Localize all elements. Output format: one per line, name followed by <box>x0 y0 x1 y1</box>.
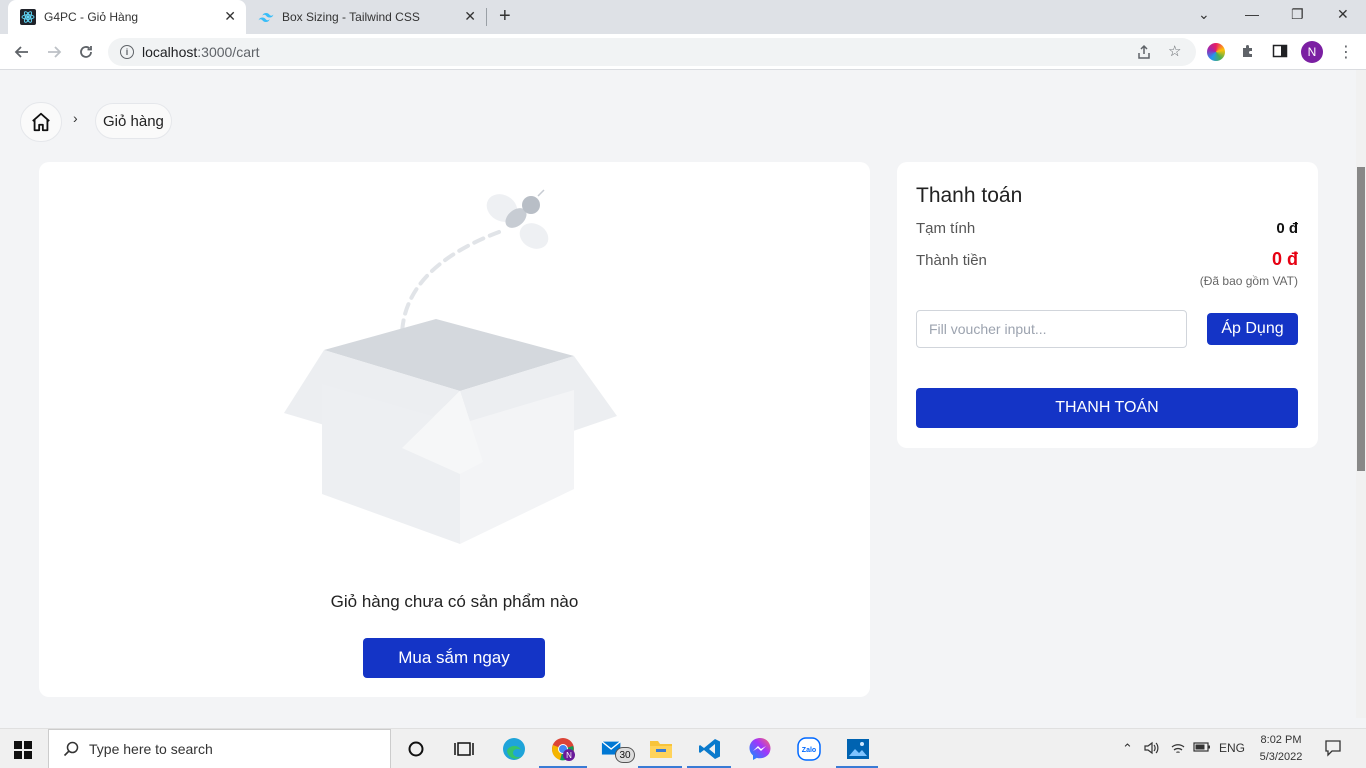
menu-kebab-icon[interactable]: ⋮ <box>1338 42 1354 62</box>
vat-note: (Đã bao gồm VAT) <box>1199 274 1298 288</box>
tab-title: Box Sizing - Tailwind CSS <box>282 10 420 24</box>
side-panel-icon[interactable] <box>1272 43 1288 64</box>
messenger-icon[interactable] <box>748 737 772 761</box>
react-icon <box>20 9 36 25</box>
url-host: localhost <box>142 44 198 60</box>
chevron-right-icon: › <box>73 110 78 126</box>
subtotal-label: Tạm tính <box>916 220 976 237</box>
empty-cart-message: Giỏ hàng chưa có sản phẩm nào <box>330 592 579 611</box>
page-scrollbar[interactable] <box>1356 70 1366 718</box>
shop-now-button[interactable]: Mua sắm ngay <box>363 638 545 678</box>
bee-icon <box>486 189 549 249</box>
task-view-icon[interactable] <box>452 737 476 761</box>
photos-icon[interactable] <box>846 737 870 761</box>
taskbar-search-placeholder: Type here to search <box>89 741 213 757</box>
vscode-icon[interactable] <box>698 737 722 761</box>
mail-icon[interactable]: 30 <box>601 737 635 763</box>
clock-date: 5/3/2022 <box>1259 751 1303 763</box>
extensions-puzzle-icon[interactable] <box>1240 43 1256 64</box>
home-button[interactable] <box>20 102 62 142</box>
clock-time: 8:02 PM <box>1260 734 1302 746</box>
url-path: :3000/cart <box>197 44 260 60</box>
back-icon[interactable] <box>12 42 32 62</box>
minimize-icon[interactable]: — <box>1245 6 1259 22</box>
close-tab-icon[interactable]: ✕ <box>464 8 476 25</box>
cortana-icon[interactable] <box>404 737 428 761</box>
tab-tailwind[interactable]: Box Sizing - Tailwind CSS ✕ <box>248 0 486 34</box>
site-info-icon[interactable]: i <box>120 45 134 59</box>
reload-icon[interactable] <box>76 42 96 62</box>
cart-panel: Giỏ hàng chưa có sản phẩm nào Mua sắm ng… <box>39 162 870 697</box>
address-toolbar: i localhost:3000/cart ☆ N ⋮ <box>0 34 1366 70</box>
tab-search-chevron-icon[interactable]: ⌄ <box>1198 6 1210 23</box>
empty-box-illustration <box>284 189 617 544</box>
apply-voucher-button[interactable]: Áp Dụng <box>1207 313 1298 345</box>
language-indicator[interactable]: ENG <box>1219 741 1245 755</box>
breadcrumb-current[interactable]: Giỏ hàng <box>95 103 172 139</box>
payment-panel: Thanh toán Tạm tính 0 đ Thành tiền 0 đ (… <box>897 162 1318 448</box>
tailwind-icon <box>258 9 274 25</box>
subtotal-value: 0 đ <box>1276 220 1298 237</box>
svg-text:Zalo: Zalo <box>802 747 816 754</box>
url-bar[interactable]: i localhost:3000/cart ☆ <box>108 38 1196 66</box>
volume-icon[interactable] <box>1144 741 1160 758</box>
profile-avatar[interactable]: N <box>1301 41 1323 63</box>
tab-title: G4PC - Giỏ Hàng <box>44 10 139 24</box>
page-content: › Giỏ hàng Giỏ hàng chưa có sản phẩm nào… <box>0 70 1356 718</box>
notifications-icon[interactable] <box>1324 739 1342 760</box>
browser-tab-strip: G4PC - Giỏ Hàng ✕ Box Sizing - Tailwind … <box>0 0 1366 34</box>
chrome-icon[interactable]: N <box>551 737 575 761</box>
windows-taskbar: Type here to search N 30 Zalo ⌃ ENG 8:02… <box>0 728 1366 768</box>
home-icon <box>32 112 50 132</box>
search-icon <box>63 741 79 757</box>
tab-divider <box>486 8 487 26</box>
tab-cart[interactable]: G4PC - Giỏ Hàng ✕ <box>8 0 246 34</box>
close-window-icon[interactable]: ✕ <box>1337 6 1349 23</box>
zalo-icon[interactable]: Zalo <box>797 737 821 761</box>
new-tab-icon[interactable]: + <box>499 5 511 28</box>
file-explorer-icon[interactable] <box>649 737 673 761</box>
total-label: Thành tiền <box>916 252 987 269</box>
close-tab-icon[interactable]: ✕ <box>224 8 236 25</box>
scrollbar-thumb[interactable] <box>1357 167 1365 471</box>
share-icon[interactable] <box>1136 44 1152 64</box>
voucher-input[interactable] <box>916 310 1187 348</box>
battery-icon[interactable] <box>1193 741 1211 756</box>
checkout-button[interactable]: THANH TOÁN <box>916 388 1298 428</box>
taskbar-clock[interactable]: 8:02 PM 5/3/2022 <box>1256 732 1306 766</box>
total-value: 0 đ <box>1271 249 1298 269</box>
mail-badge: 30 <box>615 747 635 763</box>
svg-text:N: N <box>566 751 572 760</box>
taskbar-search-box[interactable]: Type here to search <box>48 729 391 768</box>
wifi-icon[interactable] <box>1170 741 1186 758</box>
restore-icon[interactable]: ❐ <box>1291 6 1304 23</box>
forward-icon[interactable] <box>44 42 64 62</box>
payment-title: Thanh toán <box>916 184 1023 207</box>
bookmark-star-icon[interactable]: ☆ <box>1168 42 1181 60</box>
edge-icon[interactable] <box>502 737 526 761</box>
windows-start-icon[interactable] <box>14 741 32 759</box>
color-extension-icon[interactable] <box>1207 43 1225 61</box>
show-hidden-icons-chevron[interactable]: ⌃ <box>1122 741 1133 757</box>
